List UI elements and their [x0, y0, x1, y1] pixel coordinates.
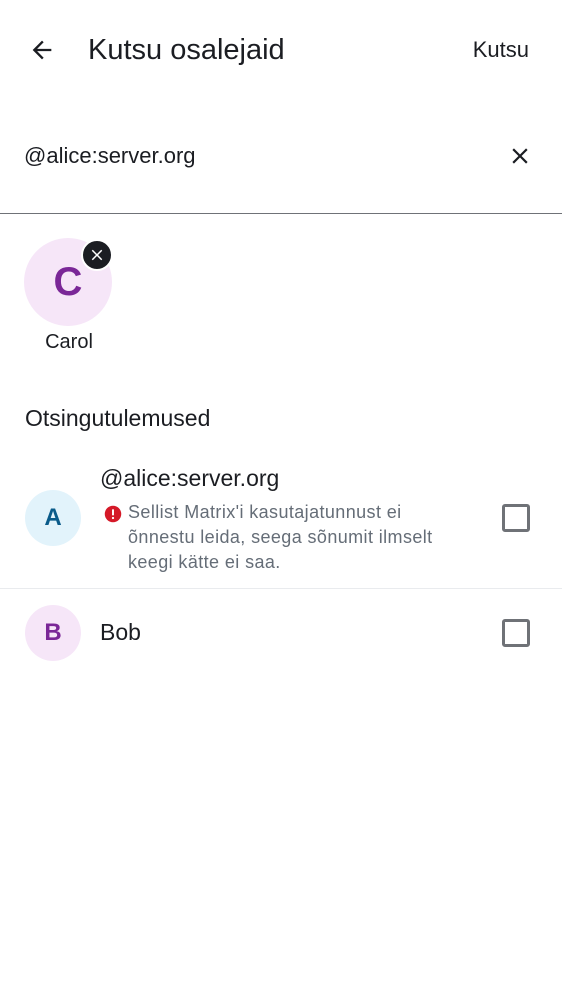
search-result-row[interactable]: B Bob	[0, 588, 562, 677]
select-checkbox[interactable]	[502, 619, 530, 647]
clear-search-button[interactable]	[498, 134, 542, 178]
arrow-back-icon	[32, 40, 52, 60]
top-app-bar: Kutsu osalejaid Kutsu	[0, 0, 562, 100]
result-user-id: @alice:server.org	[100, 465, 280, 491]
section-title: Otsingutulemused	[25, 405, 211, 431]
search-bar	[0, 112, 562, 214]
selected-user-chip: C Carol	[24, 238, 114, 353]
error-icon	[104, 505, 122, 523]
search-input[interactable]	[24, 138, 484, 174]
result-user-name: Bob	[100, 619, 141, 645]
avatar: A	[25, 490, 81, 546]
back-button[interactable]	[18, 26, 66, 74]
remove-selected-button[interactable]	[81, 239, 113, 271]
avatar: B	[25, 605, 81, 661]
close-icon	[91, 249, 103, 261]
select-checkbox[interactable]	[502, 504, 530, 532]
warning-message: Sellist Matrix'i kasutajatunnust ei õnne…	[128, 502, 433, 572]
invite-button[interactable]: Kutsu	[473, 36, 529, 64]
close-icon	[512, 148, 528, 164]
page-title: Kutsu osalejaid	[88, 34, 285, 66]
search-result-row[interactable]: A @alice:server.org Sellist Matrix'i kas…	[0, 450, 562, 587]
selected-user-name: Carol	[45, 331, 93, 353]
